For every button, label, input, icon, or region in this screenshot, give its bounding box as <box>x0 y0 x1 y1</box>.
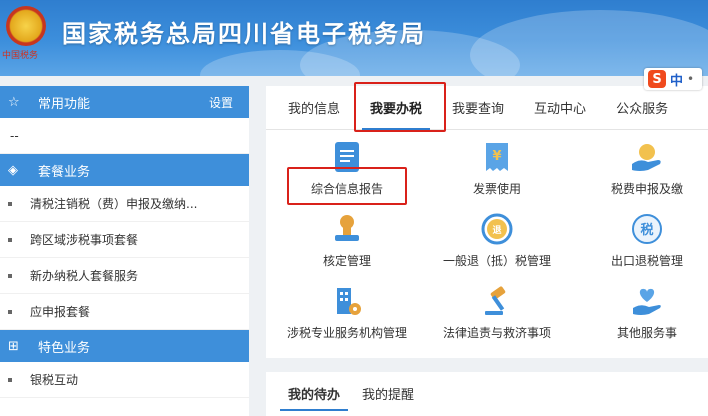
layers-icon: ◈ <box>8 162 18 178</box>
sidebar-header-special[interactable]: ⊞ 特色业务 <box>0 330 249 362</box>
tab-my-reminders[interactable]: 我的提醒 <box>354 384 422 411</box>
service-invoice-use[interactable]: ¥ 发票使用 <box>422 140 572 197</box>
ime-toolbar[interactable]: S 中 • <box>644 68 702 90</box>
sidebar-header-label: 常用功能 <box>38 96 91 112</box>
service-label: 涉税专业服务机构管理 <box>286 326 407 340</box>
sogou-logo-icon: S <box>648 70 666 88</box>
tab-bar: 我的信息 我要办税 我要查询 互动中心 公众服务 <box>266 86 708 130</box>
service-assessment-management[interactable]: 核定管理 <box>272 212 422 269</box>
service-label: 一般退（抵）税管理 <box>442 254 551 268</box>
bottom-tab-bar: 我的待办 我的提醒 <box>266 372 708 411</box>
service-label: 税费申报及缴 <box>610 182 683 196</box>
svg-text:¥: ¥ <box>492 149 501 164</box>
sidebar-item[interactable]: 新办纳税人套餐服务 <box>0 258 249 294</box>
tax-emblem-icon <box>6 6 46 46</box>
todo-panel: 我的待办 我的提醒 <box>266 372 708 416</box>
list-item: -- <box>0 118 249 154</box>
heart-hand-icon <box>630 284 664 318</box>
building-gear-icon <box>330 284 364 318</box>
site-title: 国家税务总局四川省电子税务局 <box>62 20 426 48</box>
service-label: 其他服务事 <box>616 326 677 340</box>
service-other[interactable]: 其他服务事 <box>572 284 708 341</box>
svg-text:税: 税 <box>640 222 653 238</box>
gavel-icon <box>480 284 514 318</box>
tax-refund-icon: 税 <box>630 212 664 246</box>
service-tax-declaration[interactable]: 税费申报及缴 <box>572 140 708 197</box>
refund-icon: 退 <box>480 212 514 246</box>
service-label: 发票使用 <box>472 182 521 196</box>
sidebar-item[interactable]: 跨区域涉税事项套餐 <box>0 222 249 258</box>
sidebar-item-label: 新办纳税人套餐服务 <box>30 269 139 283</box>
emblem-text: 中国税务 <box>2 51 39 61</box>
ime-language[interactable]: 中 <box>670 70 683 89</box>
sidebar-item-label: 银税互动 <box>30 373 79 387</box>
service-legal-remedy[interactable]: 法律追责与救济事项 <box>422 284 572 341</box>
sidebar-item-label: 跨区域涉税事项套餐 <box>30 233 139 247</box>
sidebar-item[interactable]: 应申报套餐 <box>0 294 249 330</box>
tab-query[interactable]: 我要查询 <box>444 98 512 129</box>
list-item-label: -- <box>10 128 19 143</box>
service-general-refund[interactable]: 退 一般退（抵）税管理 <box>422 212 572 269</box>
sidebar-header-label: 套餐业务 <box>38 164 91 180</box>
settings-link[interactable]: 设置 <box>209 94 233 111</box>
sidebar-item-label: 应申报套餐 <box>30 305 91 319</box>
tab-my-info[interactable]: 我的信息 <box>280 98 348 129</box>
hand-coin-icon <box>630 140 664 174</box>
highlight-box-service <box>287 167 407 205</box>
sidebar-item-label: 清税注销税（费）申报及缴纳... <box>30 197 198 211</box>
bullet-icon <box>8 377 12 382</box>
service-agency-management[interactable]: 涉税专业服务机构管理 <box>272 284 422 341</box>
star-icon: ☆ <box>8 94 20 110</box>
site-header: 中国税务 国家税务总局四川省电子税务局 <box>0 0 708 76</box>
tab-public-service[interactable]: 公众服务 <box>608 98 676 129</box>
bullet-icon <box>8 309 12 314</box>
service-label: 核定管理 <box>322 254 371 268</box>
svg-text:退: 退 <box>492 225 501 236</box>
sidebar-header-label: 特色业务 <box>38 340 91 356</box>
sidebar-header-common[interactable]: ☆ 常用功能 设置 <box>0 86 249 118</box>
sidebar: ☆ 常用功能 设置 -- ◈ 套餐业务 清税注销税（费）申报及缴纳... 跨区域… <box>0 86 249 416</box>
sidebar-header-package[interactable]: ◈ 套餐业务 <box>0 154 249 186</box>
service-label: 出口退税管理 <box>610 254 683 268</box>
sidebar-item[interactable]: 银税互动 <box>0 362 249 398</box>
tab-interaction[interactable]: 互动中心 <box>526 98 594 129</box>
invoice-icon: ¥ <box>480 140 514 174</box>
grid-icon: ⊞ <box>8 338 19 354</box>
main-panel: 我的信息 我要办税 我要查询 互动中心 公众服务 综合信息报告 ¥ 发票使用 税… <box>266 86 708 358</box>
tab-my-todo[interactable]: 我的待办 <box>280 384 349 411</box>
service-export-refund[interactable]: 税 出口退税管理 <box>572 212 708 269</box>
sidebar-item[interactable]: 清税注销税（费）申报及缴纳... <box>0 186 249 222</box>
highlight-box-tab <box>354 82 446 132</box>
stamp-icon <box>330 212 364 246</box>
bullet-icon <box>8 237 12 242</box>
bullet-icon <box>8 201 12 206</box>
service-grid: 综合信息报告 ¥ 发票使用 税费申报及缴 核定管理 退 一般退（抵）税管理 税 … <box>266 130 708 358</box>
service-label: 法律追责与救济事项 <box>442 326 551 340</box>
ime-punct[interactable]: • <box>687 72 694 86</box>
bullet-icon <box>8 273 12 278</box>
